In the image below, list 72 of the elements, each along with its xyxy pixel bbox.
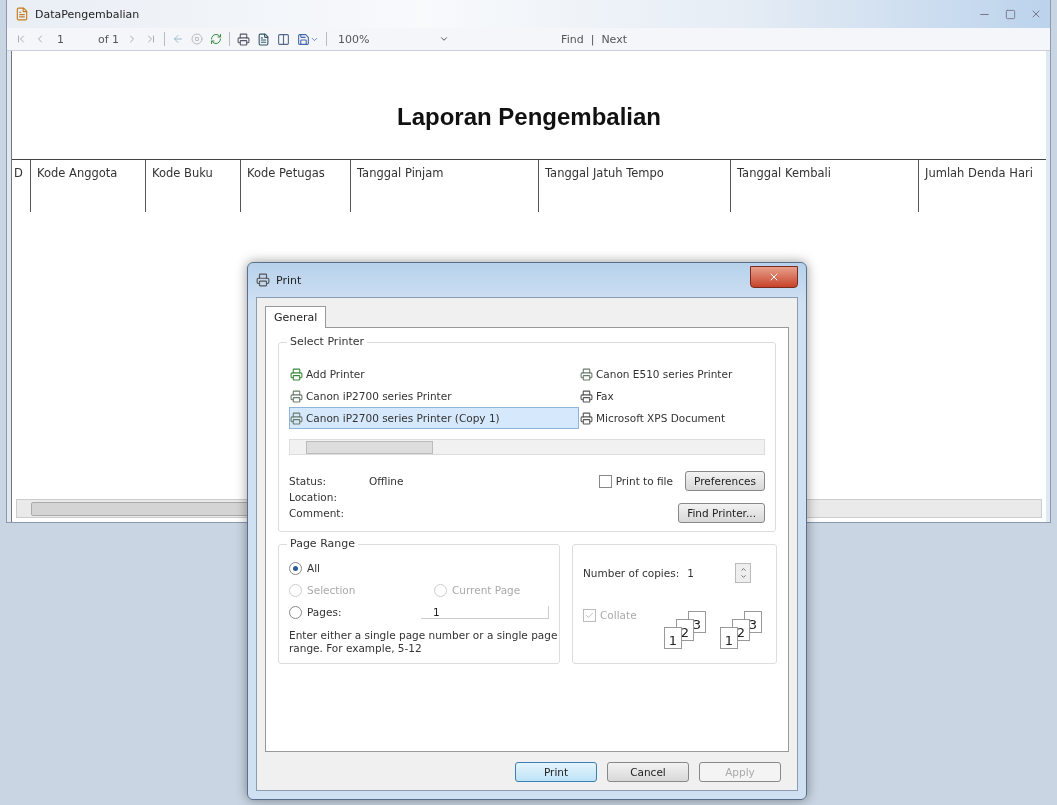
close-icon (768, 271, 780, 283)
column-header: Tanggal Kembali (730, 160, 918, 212)
back-icon[interactable] (172, 33, 185, 45)
radio-label: Current Page (452, 584, 521, 596)
printer-item[interactable]: Canon iP2700 series Printer (289, 385, 579, 407)
checkbox-label: Print to file (615, 475, 673, 487)
page-sheet: 1 (720, 627, 738, 649)
dialog-button[interactable]: Cancel (607, 762, 689, 782)
comment-label: Comment: (289, 507, 344, 519)
zoom-dropdown[interactable]: 100% (334, 32, 433, 46)
export-icon[interactable] (297, 32, 320, 46)
column-header: Kode Anggota (30, 160, 145, 212)
printer-icon (256, 273, 270, 287)
printer-icon (290, 389, 303, 403)
report-title: Laporan Pengembalian (395, 103, 663, 131)
page-sheet: 1 (664, 627, 682, 649)
printer-item[interactable]: Microsoft XPS Document (579, 407, 765, 429)
radio-button[interactable] (289, 561, 302, 575)
group-label: Select Printer (287, 335, 368, 348)
fax-icon (580, 411, 593, 425)
page-count: of 1 (98, 32, 120, 46)
pages-field[interactable]: 1 (421, 605, 549, 619)
printer-icon (290, 411, 303, 425)
radio-label: Selection (307, 584, 356, 596)
status-value: Offline (369, 475, 405, 487)
hint-text: Enter either a single page number or a single page range. For example, 5-12 (289, 629, 559, 656)
window-title: DataPengembalian (35, 7, 140, 21)
list-scrollbar[interactable] (289, 439, 765, 455)
column-header: Jumlah Denda Hari (918, 160, 1046, 212)
find-printer-button[interactable]: Find Printer... (678, 503, 765, 523)
fax-icon (580, 389, 593, 403)
find-link[interactable]: Find (561, 32, 584, 46)
preferences-button[interactable]: Preferences (685, 471, 765, 491)
separator-text: | (590, 32, 595, 46)
page-field[interactable]: 1 (53, 32, 91, 46)
stop-icon[interactable] (191, 33, 204, 45)
radio-label: All (307, 562, 321, 574)
printer-item[interactable]: Canon E510 series Printer (579, 363, 765, 385)
status-label: Status: (289, 475, 327, 487)
maximize-icon[interactable] (1005, 7, 1016, 21)
dialog-title: Print (276, 273, 302, 287)
printer-item[interactable]: Fax (579, 385, 765, 407)
print-icon[interactable] (237, 32, 251, 46)
column-header: D (13, 165, 24, 182)
first-page-icon[interactable] (15, 33, 27, 45)
next-link[interactable]: Next (601, 32, 627, 46)
add-printer-icon (290, 367, 303, 381)
print-layout-icon[interactable] (257, 32, 271, 46)
checkbox-label: Collate (600, 609, 638, 621)
printer-icon (580, 367, 593, 381)
dropdown-icon[interactable] (439, 34, 450, 44)
tab[interactable]: General (265, 306, 327, 328)
dialog-button[interactable]: Print (515, 762, 597, 782)
spinner-icon[interactable] (735, 563, 752, 583)
refresh-icon[interactable] (210, 33, 223, 45)
close-button[interactable] (750, 266, 798, 288)
radio-label: Pages: (307, 606, 342, 618)
app-icon (15, 7, 29, 21)
column-header: Kode Petugas (240, 160, 350, 212)
column-header: Tanggal Jatuh Tempo (538, 160, 730, 212)
page-setup-icon[interactable] (277, 32, 291, 46)
check-icon (585, 611, 594, 620)
location-label: Location: (289, 491, 338, 503)
copies-field[interactable]: 1 (687, 567, 728, 579)
printer-item[interactable]: Add Printer (289, 363, 579, 385)
printer-item[interactable]: Canon iP2700 series Printer (Copy 1) (289, 407, 579, 429)
column-header: Kode Buku (145, 160, 240, 212)
copies-label: Number of copies: (583, 567, 680, 579)
group-label: Page Range (287, 537, 358, 550)
radio-button[interactable] (289, 605, 302, 619)
checkbox[interactable] (598, 474, 612, 488)
column-header: Tanggal Pinjam (350, 160, 538, 212)
